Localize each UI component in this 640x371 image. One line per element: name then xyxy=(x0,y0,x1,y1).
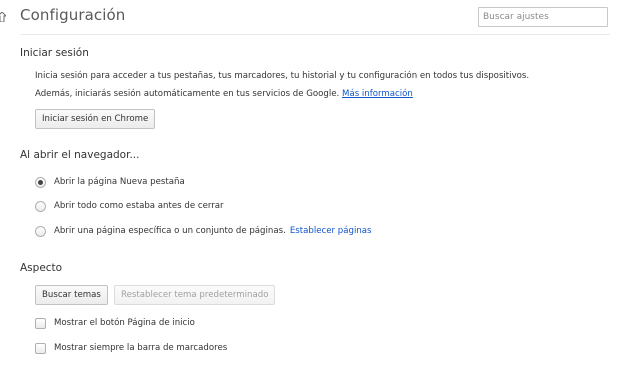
reset-theme-button[interactable]: Restablecer tema predeterminado xyxy=(114,285,276,305)
startup-option-label: Abrir la página Nueva pestaña xyxy=(54,177,185,187)
show-bookmarks-bar-option[interactable]: Mostrar siempre la barra de marcadores xyxy=(35,341,227,355)
checkbox-label: Mostrar siempre la barra de marcadores xyxy=(54,343,228,353)
signin-description-line2: Además, iniciarás sesión automáticamente… xyxy=(35,89,413,99)
set-pages-link[interactable]: Establecer páginas xyxy=(290,226,372,236)
partial-menu-icon xyxy=(0,12,6,22)
signin-description-line1: Inicia sesión para acceder a tus pestaña… xyxy=(35,71,530,81)
startup-option-label: Abrir una página específica o un conjunt… xyxy=(54,226,286,236)
signin-chrome-button[interactable]: Iniciar sesión en Chrome xyxy=(35,109,156,129)
more-info-link[interactable]: Más información xyxy=(342,89,413,99)
settings-page: Configuración Iniciar sesión Inicia sesi… xyxy=(0,0,640,371)
checkbox[interactable] xyxy=(35,342,46,354)
signin-section-title: Iniciar sesión xyxy=(20,47,89,59)
show-home-button-option[interactable]: Mostrar el botón Página de inicio xyxy=(35,316,195,330)
search-settings-input[interactable] xyxy=(478,7,608,27)
checkbox[interactable] xyxy=(35,317,46,329)
appearance-section-title: Aspecto xyxy=(20,262,63,274)
page-title: Configuración xyxy=(20,6,126,24)
checkbox-label: Mostrar el botón Página de inicio xyxy=(54,318,195,328)
header-divider xyxy=(20,34,610,35)
radio-button-selected[interactable] xyxy=(35,176,46,188)
startup-option-label: Abrir todo como estaba antes de cerrar xyxy=(54,201,224,211)
signin-description-text: Además, iniciarás sesión automáticamente… xyxy=(35,89,340,99)
startup-option-new-tab[interactable]: Abrir la página Nueva pestaña xyxy=(35,175,185,189)
startup-option-continue[interactable]: Abrir todo como estaba antes de cerrar xyxy=(35,199,224,213)
radio-button[interactable] xyxy=(35,200,46,212)
radio-button[interactable] xyxy=(35,225,46,237)
startup-section-title: Al abrir el navegador... xyxy=(20,149,140,161)
get-themes-button[interactable]: Buscar temas xyxy=(35,285,108,305)
startup-option-specific-pages[interactable]: Abrir una página específica o un conjunt… xyxy=(35,224,372,238)
radio-dot-icon xyxy=(38,179,43,185)
